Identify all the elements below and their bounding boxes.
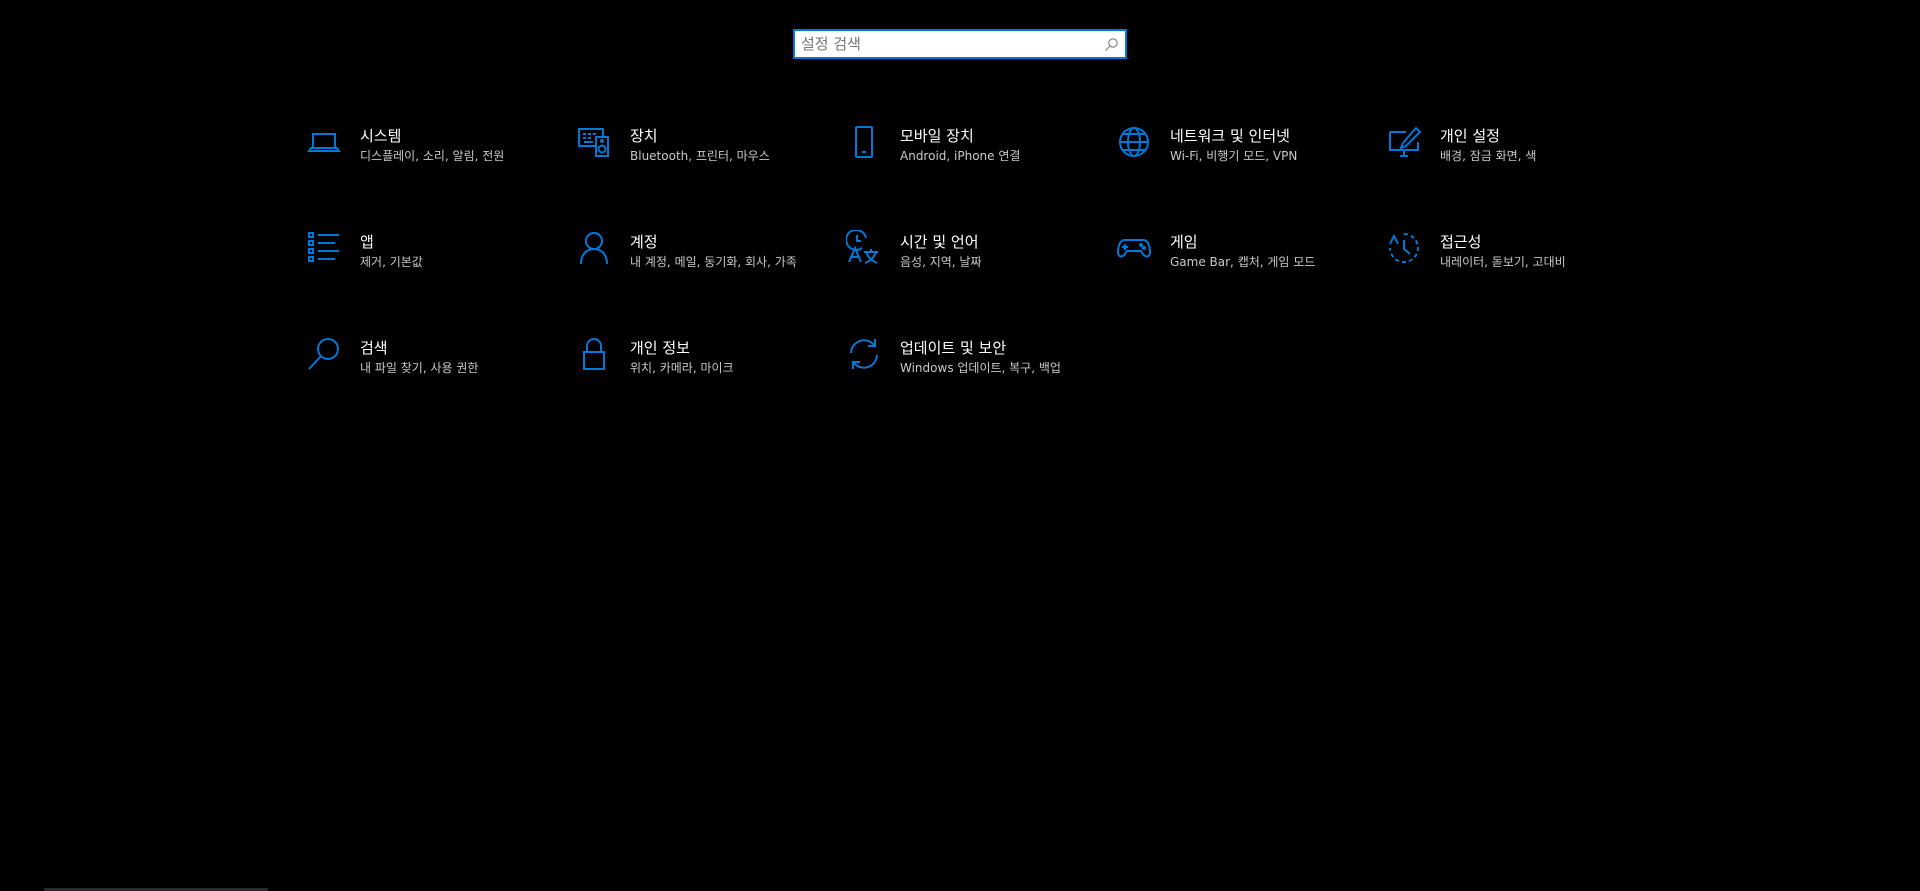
tile-description: 제거, 기본값 <box>360 255 423 269</box>
time-language-icon <box>845 228 882 266</box>
tile-title: 모바일 장치 <box>900 127 974 145</box>
tile-title: 네트워크 및 인터넷 <box>1170 127 1290 145</box>
tile-title: 앱 <box>360 233 374 251</box>
tile-network[interactable]: 네트워크 및 인터넷 Wi-Fi, 비행기 모드, VPN <box>1116 120 1366 200</box>
sync-icon <box>846 336 882 372</box>
tile-description: 배경, 잠금 화면, 색 <box>1440 149 1537 163</box>
tile-title: 계정 <box>630 233 658 251</box>
gamepad-icon <box>1116 230 1152 266</box>
tile-gaming[interactable]: 게임 Game Bar, 캡처, 게임 모드 <box>1116 226 1366 306</box>
tile-accounts[interactable]: 계정 내 계정, 메일, 동기화, 회사, 가족 <box>576 226 826 306</box>
lock-icon <box>576 336 612 372</box>
tile-description: 내 파일 찾기, 사용 권한 <box>360 361 479 375</box>
tile-search[interactable]: 검색 내 파일 찾기, 사용 권한 <box>306 332 556 412</box>
tile-ease-of-access[interactable]: 접근성 내레이터, 돋보기, 고대비 <box>1386 226 1636 306</box>
tile-system[interactable]: 시스템 디스플레이, 소리, 알림, 전원 <box>306 120 556 200</box>
tile-description: 디스플레이, 소리, 알림, 전원 <box>360 149 505 163</box>
tile-time-language[interactable]: 시간 및 언어 음성, 지역, 날짜 <box>845 226 1096 306</box>
devices-icon <box>576 124 612 160</box>
ease-of-access-icon <box>1386 230 1422 266</box>
tile-title: 업데이트 및 보안 <box>900 339 1007 357</box>
tile-title: 접근성 <box>1440 233 1482 251</box>
phone-icon <box>846 124 882 160</box>
tile-devices[interactable]: 장치 Bluetooth, 프린터, 마우스 <box>576 120 826 200</box>
tile-description: Game Bar, 캡처, 게임 모드 <box>1170 255 1316 269</box>
tile-apps[interactable]: 앱 제거, 기본값 <box>306 226 556 306</box>
tile-description: Bluetooth, 프린터, 마우스 <box>630 149 770 163</box>
apps-list-icon <box>306 230 342 266</box>
person-icon <box>576 230 612 266</box>
tile-title: 개인 정보 <box>630 339 690 357</box>
tile-title: 시스템 <box>360 127 402 145</box>
settings-search-box[interactable] <box>793 29 1127 59</box>
tile-phone[interactable]: 모바일 장치 Android, iPhone 연결 <box>846 120 1096 200</box>
search-icon[interactable] <box>1103 37 1119 53</box>
tile-description: Android, iPhone 연결 <box>900 149 1021 163</box>
tile-description: Wi-Fi, 비행기 모드, VPN <box>1170 149 1298 163</box>
tile-personalization[interactable]: 개인 설정 배경, 잠금 화면, 색 <box>1386 120 1636 200</box>
tile-title: 게임 <box>1170 233 1198 251</box>
tile-privacy[interactable]: 개인 정보 위치, 카메라, 마이크 <box>576 332 826 412</box>
tile-title: 장치 <box>630 127 658 145</box>
tile-update-security[interactable]: 업데이트 및 보안 Windows 업데이트, 복구, 백업 <box>846 332 1096 412</box>
tile-description: Windows 업데이트, 복구, 백업 <box>900 361 1061 375</box>
tile-description: 내 계정, 메일, 동기화, 회사, 가족 <box>630 255 797 269</box>
tile-description: 위치, 카메라, 마이크 <box>630 361 734 375</box>
tile-title: 시간 및 언어 <box>900 233 979 251</box>
tile-description: 내레이터, 돋보기, 고대비 <box>1440 255 1566 269</box>
search-icon <box>306 336 342 372</box>
tile-description: 음성, 지역, 날짜 <box>900 255 982 269</box>
tile-title: 개인 설정 <box>1440 127 1500 145</box>
tile-title: 검색 <box>360 339 388 357</box>
search-input[interactable] <box>801 31 1091 57</box>
globe-icon <box>1116 124 1152 160</box>
personalization-icon <box>1386 124 1422 160</box>
laptop-icon <box>306 124 342 160</box>
